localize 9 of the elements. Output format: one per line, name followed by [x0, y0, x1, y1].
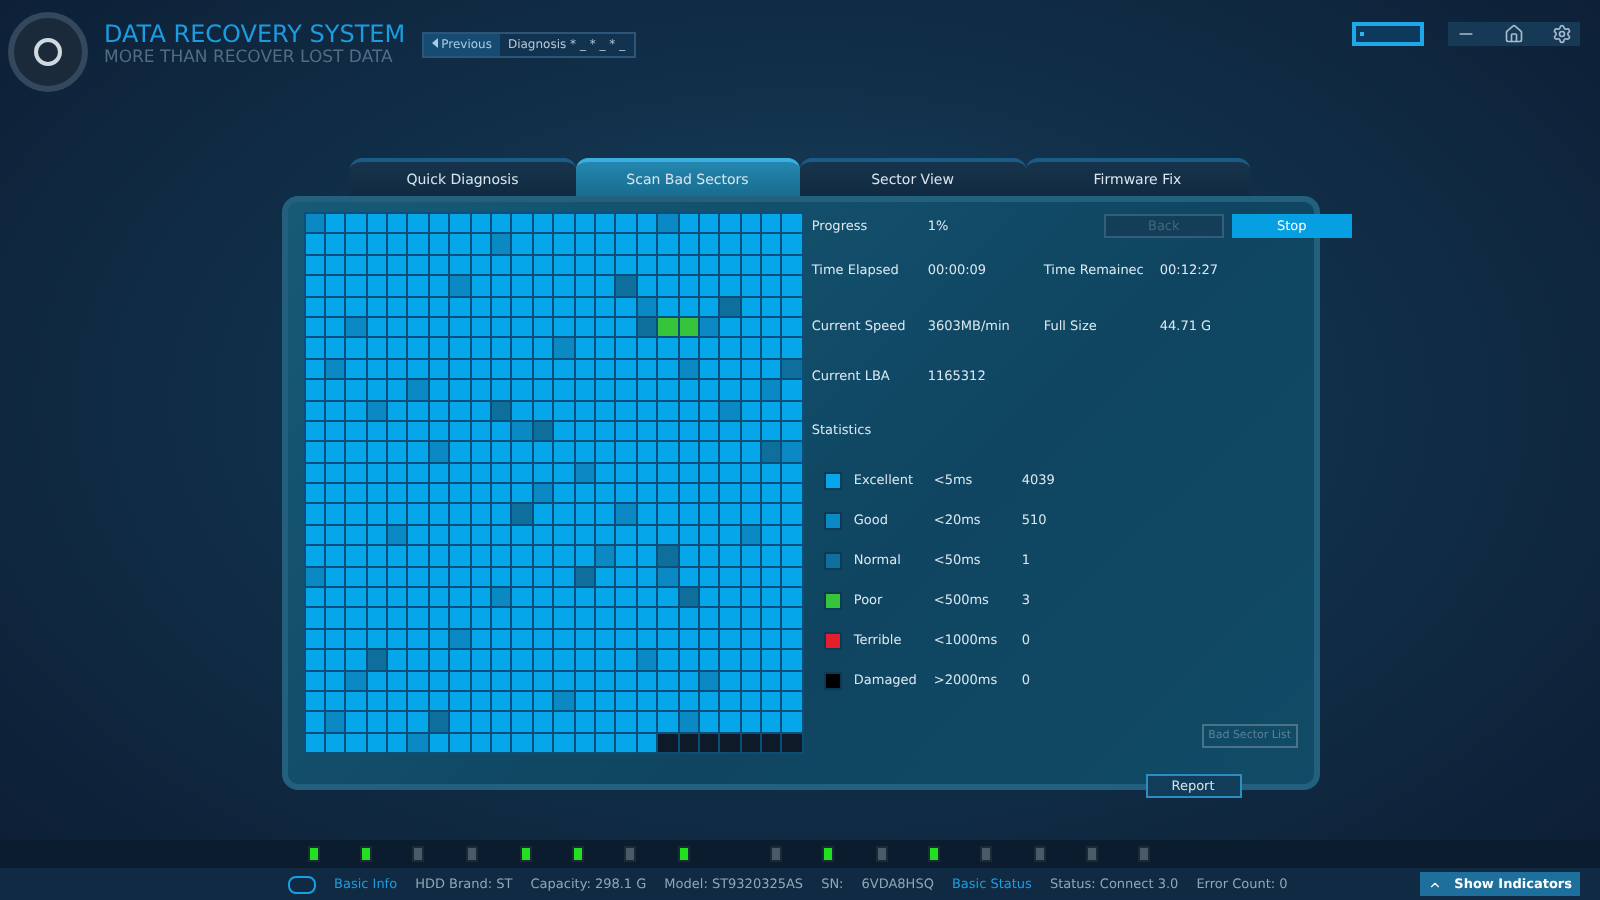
app-title: DATA RECOVERY SYSTEM: [104, 22, 406, 48]
logo-icon: [8, 12, 88, 92]
left-triangle-icon: [431, 38, 438, 48]
highlight-button[interactable]: [1352, 22, 1424, 46]
settings-icon[interactable]: [1552, 24, 1572, 44]
home-icon[interactable]: [1504, 24, 1524, 44]
chevron-up-icon: [1428, 877, 1443, 891]
app-subtitle: MORE THAN RECOVER LOST DATA: [104, 48, 395, 68]
info-icon: [288, 875, 316, 893]
